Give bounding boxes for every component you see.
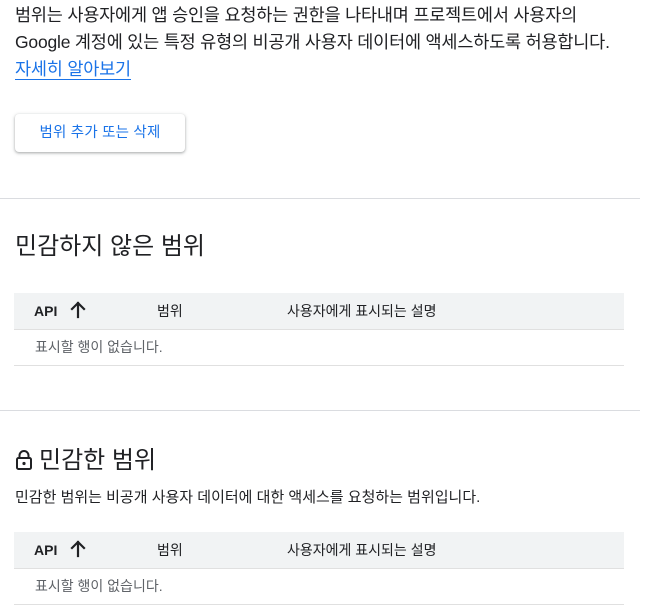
intro-text: 범위는 사용자에게 앱 승인을 요청하는 권한을 나타내며 프로젝트에서 사용자… <box>15 2 627 83</box>
sensitive-description: 민감한 범위는 비공개 사용자 데이터에 대한 액세스를 요청하는 범위입니다. <box>15 489 481 506</box>
column-scope-header: 범위 <box>157 542 183 558</box>
sensitive-heading-row: 민감한 범위 <box>15 446 156 479</box>
lock-icon <box>15 449 33 479</box>
column-scope-header: 범위 <box>157 303 183 319</box>
non-sensitive-heading: 민감하지 않은 범위 <box>15 233 205 260</box>
sensitive-heading: 민감한 범위 <box>39 447 157 474</box>
sensitive-table: API 범위 사용자에게 표시되는 설명 표시할 행이 없습니다. <box>14 532 624 605</box>
empty-row-message: 표시할 행이 없습니다. <box>14 569 624 605</box>
non-sensitive-table: API 범위 사용자에게 표시되는 설명 표시할 행이 없습니다. <box>14 293 624 366</box>
empty-row-message: 표시할 행이 없습니다. <box>14 330 624 366</box>
arrow-up-icon[interactable] <box>70 540 86 562</box>
learn-more-link[interactable]: 자세히 알아보기 <box>15 59 131 80</box>
table-header: API 범위 사용자에게 표시되는 설명 <box>14 532 624 569</box>
arrow-up-icon[interactable] <box>70 301 86 323</box>
table-header: API 범위 사용자에게 표시되는 설명 <box>14 293 624 330</box>
column-api-header[interactable]: API <box>34 541 57 559</box>
scopes-page: 범위는 사용자에게 앱 승인을 요청하는 권한을 나타내며 프로젝트에서 사용자… <box>0 0 667 613</box>
add-remove-scopes-button[interactable]: 범위 추가 또는 삭제 <box>15 114 185 152</box>
column-api-header[interactable]: API <box>34 302 57 320</box>
section-divider <box>0 198 640 199</box>
section-divider <box>0 410 640 411</box>
column-description-header: 사용자에게 표시되는 설명 <box>287 542 437 558</box>
intro-body: 범위는 사용자에게 앱 승인을 요청하는 권한을 나타내며 프로젝트에서 사용자… <box>15 5 610 52</box>
column-description-header: 사용자에게 표시되는 설명 <box>287 303 437 319</box>
